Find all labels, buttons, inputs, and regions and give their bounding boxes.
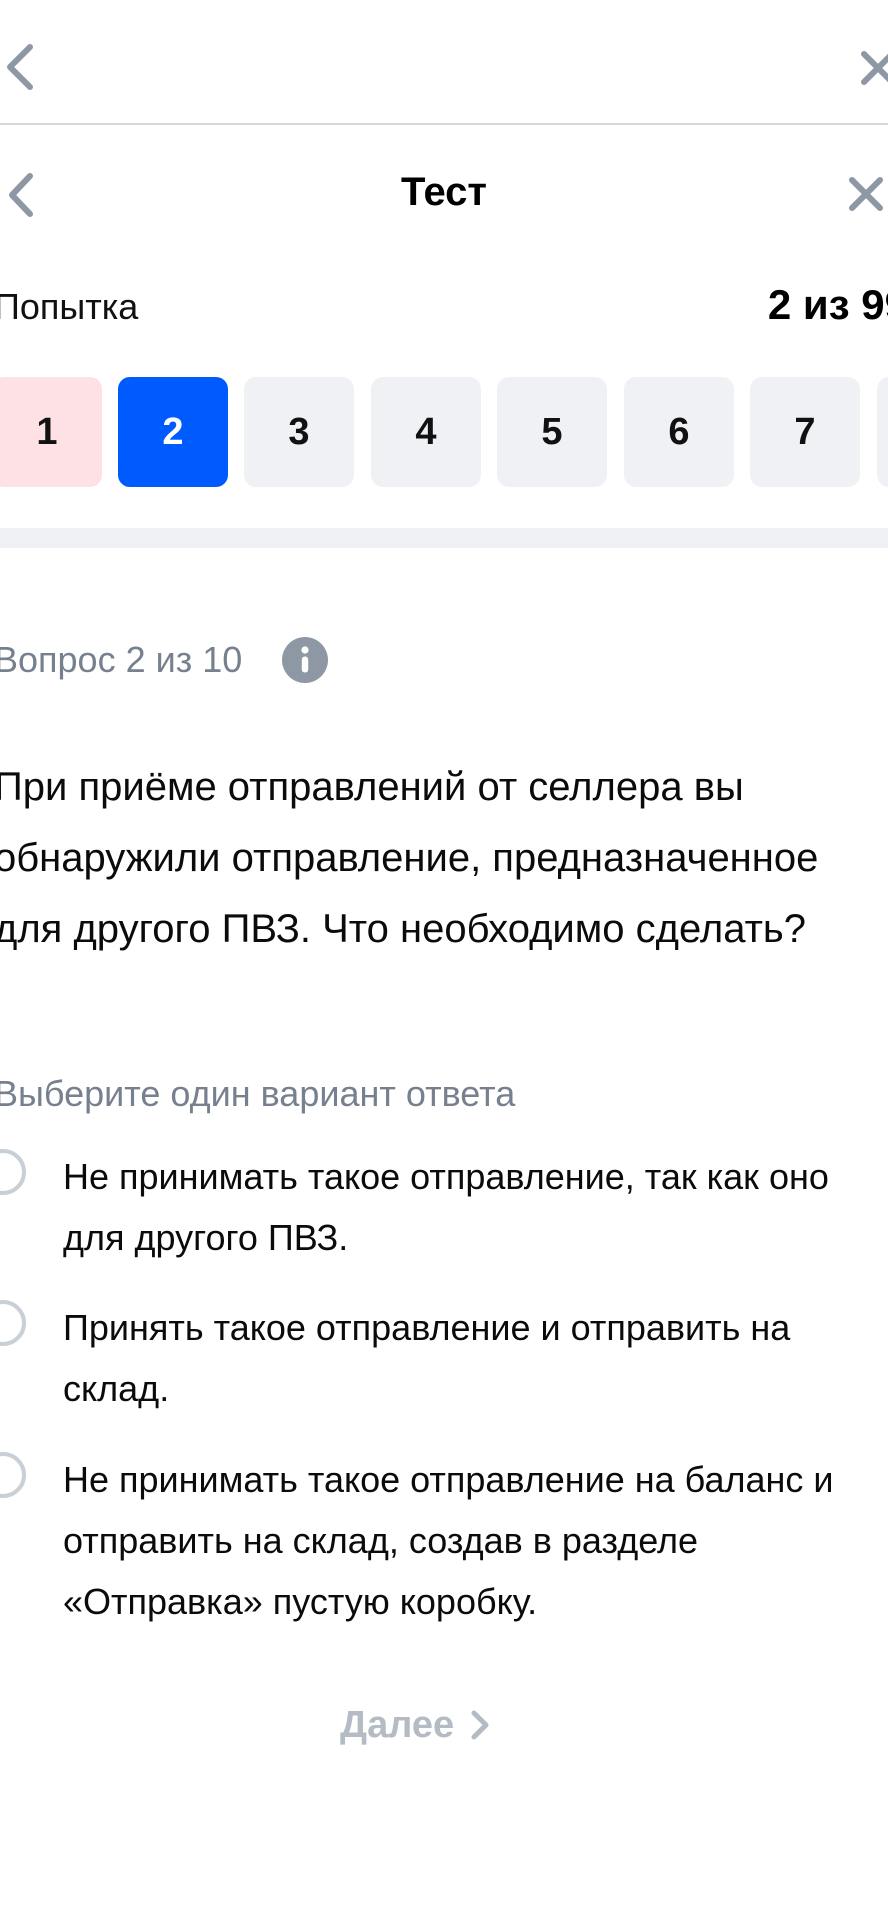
radio-button[interactable]: [0, 1452, 26, 1498]
answer-option-text: Принять такое отправление и отправить на…: [63, 1307, 791, 1409]
page-title: Тест: [401, 170, 487, 214]
close-icon[interactable]: [846, 174, 886, 214]
answer-option-text: Не принимать такое отправление, так как …: [63, 1156, 829, 1258]
attempt-label: Попытка: [0, 286, 139, 327]
question-nav-item[interactable]: 4: [371, 377, 481, 487]
answer-option-text: Не принимать такое отправление на баланс…: [63, 1459, 834, 1622]
question-nav-item[interactable]: 6: [624, 377, 734, 487]
question-nav: 1 2 3 4 5 6 7 8: [0, 377, 888, 489]
question-nav-item[interactable]: 3: [244, 377, 354, 487]
back-chevron-icon[interactable]: [2, 43, 36, 91]
question-nav-item[interactable]: 2: [118, 377, 228, 487]
info-icon[interactable]: [282, 637, 328, 683]
question-nav-item[interactable]: 8: [877, 377, 888, 487]
close-icon[interactable]: [858, 48, 888, 88]
question-nav-item[interactable]: 5: [497, 377, 607, 487]
question-counter: Вопрос 2 из 10: [0, 639, 243, 680]
question-nav-item[interactable]: 7: [750, 377, 860, 487]
section-divider: [0, 528, 888, 548]
question-nav-item[interactable]: 1: [0, 377, 102, 487]
next-button-label: Далее: [340, 1704, 455, 1746]
top-bar: [0, 0, 888, 125]
chevron-right-icon: [471, 1710, 489, 1740]
radio-button[interactable]: [0, 1149, 26, 1195]
next-button[interactable]: Далее: [340, 1700, 491, 1750]
attempt-value: 2 из 99: [767, 281, 888, 328]
answer-hint: Выберите один вариант ответа: [0, 1073, 516, 1114]
radio-button[interactable]: [0, 1300, 26, 1346]
question-text: При приёме отправлений от селлера вы обн…: [0, 765, 819, 951]
